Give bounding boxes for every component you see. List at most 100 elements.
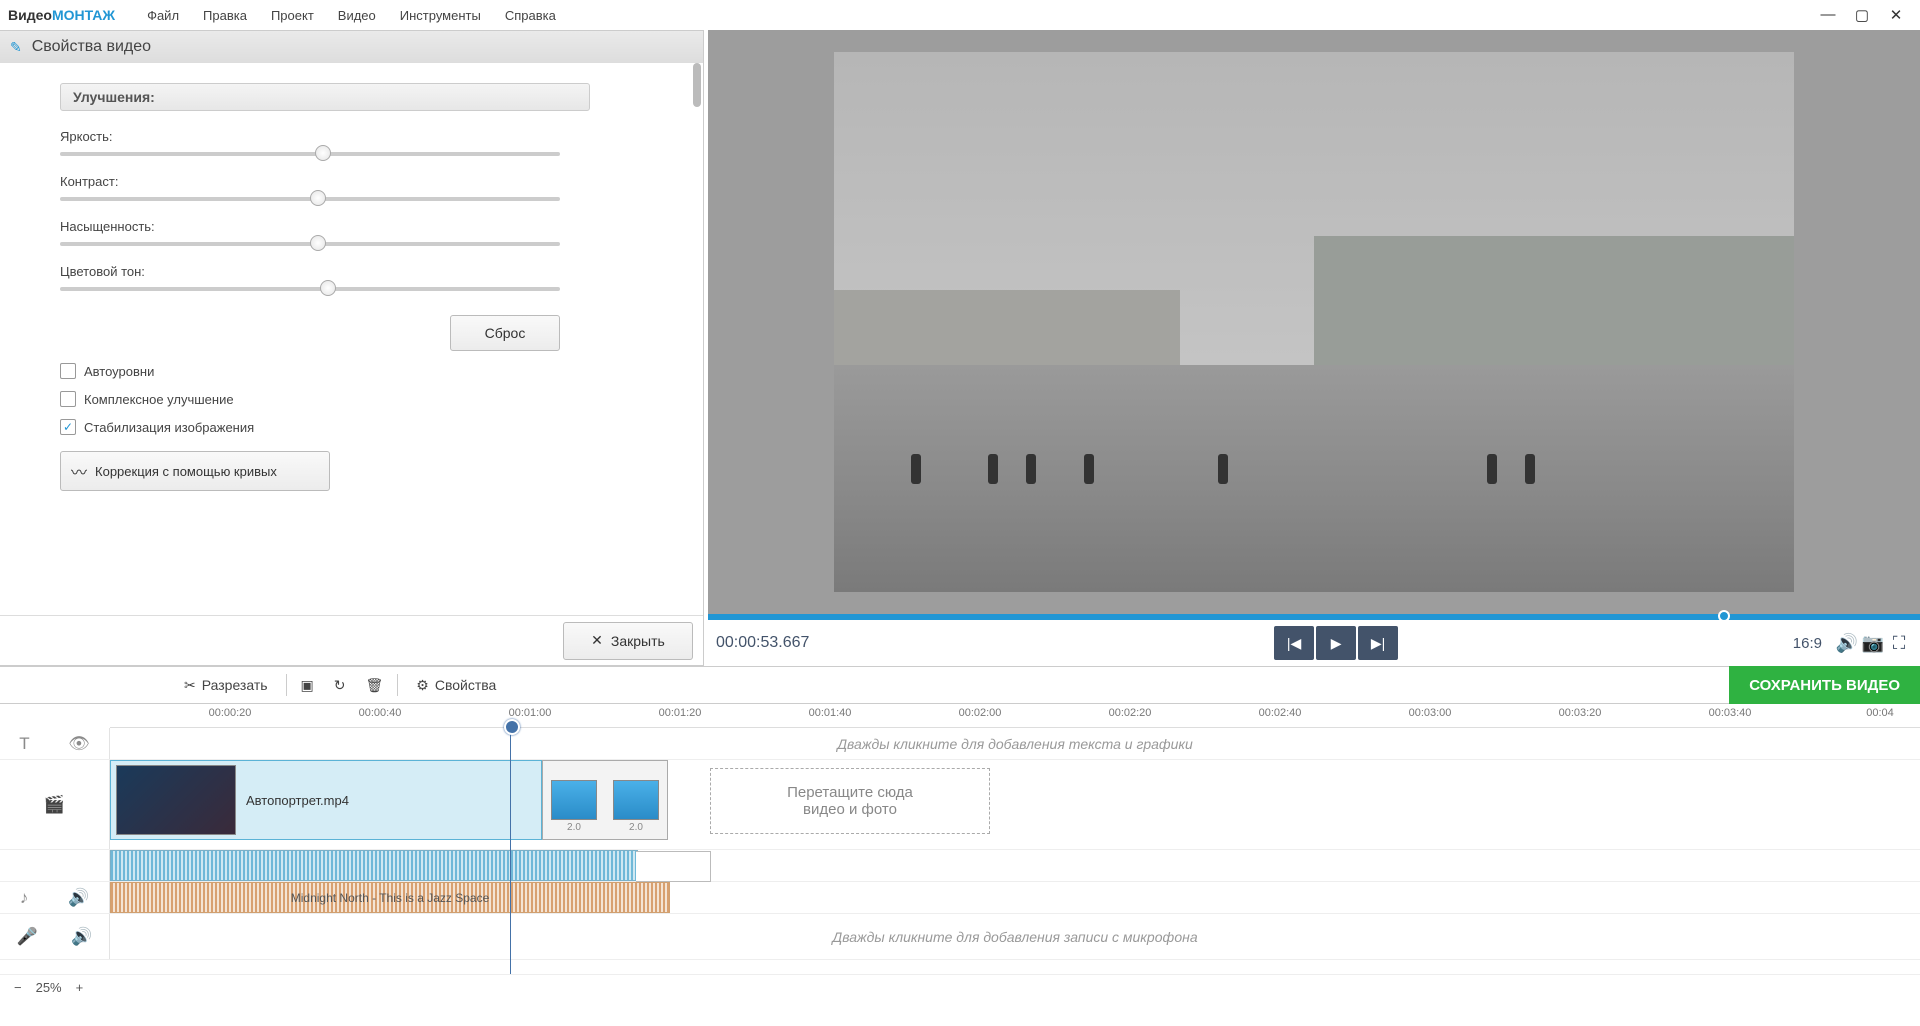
music-track: ♪ 🔊 Midnight North - This is a Jazz Spac… [0,882,1920,914]
clip-mini-2 [613,780,659,820]
mic-icon[interactable]: 🎤 [17,927,38,947]
ruler-tick: 00:03:00 [1409,707,1452,719]
logo-part1: Видео [8,7,52,23]
menu-tools[interactable]: Инструменты [388,4,493,27]
menu-video[interactable]: Видео [326,4,388,27]
hue-label: Цветовой тон: [60,264,643,279]
audio-track [0,850,1920,882]
crop-button[interactable]: ▣ [291,677,324,694]
save-video-button[interactable]: СОХРАНИТЬ ВИДЕО [1729,666,1920,704]
logo-part2: МОНТАЖ [52,7,115,23]
ruler-tick: 00:01:20 [659,707,702,719]
divider [397,674,398,696]
menu-edit[interactable]: Правка [191,4,259,27]
window-controls: — ▢ ✕ [1812,6,1912,24]
snapshot-icon[interactable]: 📷 [1860,630,1886,656]
aspect-ratio: 16:9 [1793,635,1822,652]
audio-waveform[interactable] [110,850,638,881]
trash-icon: 🗑 [366,677,384,694]
close-icon: ✕ [591,632,603,649]
speaker-icon[interactable]: 🔊 [71,927,92,947]
text-icon[interactable]: T [19,734,29,754]
curves-icon: 〰 [71,459,87,483]
ruler-tick: 00:02:20 [1109,707,1152,719]
hue-slider[interactable] [60,287,560,291]
brightness-slider[interactable] [60,152,560,156]
contrast-slider[interactable] [60,197,560,201]
minimize-icon[interactable]: — [1812,6,1844,24]
eye-icon[interactable]: 👁 [68,734,90,754]
ruler-tick: 00:04 [1866,707,1894,719]
menu-project[interactable]: Проект [259,4,326,27]
menu-file[interactable]: Файл [135,4,191,27]
curves-button[interactable]: 〰 Коррекция с помощью кривых [60,451,330,491]
close-window-icon[interactable]: ✕ [1880,6,1912,24]
playhead[interactable] [510,728,511,974]
time-ruler[interactable]: 00:00:20 00:00:40 00:01:00 00:01:20 00:0… [110,704,1920,728]
close-panel-button[interactable]: ✕ Закрыть [563,622,693,660]
autolevels-checkbox[interactable] [60,363,76,379]
timeline: 00:00:20 00:00:40 00:01:00 00:01:20 00:0… [0,704,1920,1000]
audio-track-body[interactable] [110,850,1920,881]
video-icon[interactable]: 🎬 [44,795,65,815]
clip-mini-1 [551,780,597,820]
scissors-icon: ✂ [184,677,196,694]
clip-thumbnail [116,765,236,835]
fullscreen-icon[interactable]: ⛶ [1886,630,1912,656]
ruler-tick: 00:02:40 [1259,707,1302,719]
crop-icon: ▣ [301,677,314,694]
menu-help[interactable]: Справка [493,4,568,27]
ruler-tick: 00:00:40 [359,707,402,719]
curves-label: Коррекция с помощью кривых [95,464,277,479]
properties-button[interactable]: ⚙ Свойства [402,677,510,694]
video-clip-2[interactable] [542,760,668,840]
music-clip[interactable]: Midnight North - This is a Jazz Space [110,882,670,913]
maximize-icon[interactable]: ▢ [1846,6,1878,24]
text-track-body[interactable]: Дважды кликните для добавления текста и … [110,728,1920,759]
video-frame[interactable] [834,52,1794,592]
video-clip-1[interactable]: Автопортрет.mp4 [110,760,542,840]
zoom-in-button[interactable]: + [76,980,84,995]
cut-button[interactable]: ✂ Разрезать [170,677,282,694]
stabilization-checkbox[interactable]: ✓ [60,419,76,435]
timeline-toolbar: ✂ Разрезать ▣ ↻ 🗑 ⚙ Свойства СОХРАНИТЬ В… [0,666,1920,704]
playbar: 00:00:53.667 |◀ ▶ ▶| 16:9 🔊 📷 ⛶ [708,620,1920,666]
properties-label: Свойства [435,677,496,693]
zoom-level: 25% [36,980,62,995]
ruler-tick: 00:03:40 [1709,707,1752,719]
music-icon[interactable]: ♪ [20,888,29,908]
play-button[interactable]: ▶ [1316,626,1356,660]
ruler-tick: 00:01:40 [809,707,852,719]
divider [286,674,287,696]
reset-button[interactable]: Сброс [450,315,560,351]
complex-enhance-checkbox[interactable] [60,391,76,407]
speaker-icon[interactable]: 🔊 [68,888,89,908]
timecode: 00:00:53.667 [716,634,809,652]
drop-zone[interactable]: Перетащите сюда видео и фото [710,768,990,834]
volume-icon[interactable]: 🔊 [1834,630,1860,656]
clip-name: Автопортрет.mp4 [246,793,349,808]
prev-button[interactable]: |◀ [1274,626,1314,660]
music-track-body[interactable]: Midnight North - This is a Jazz Space [110,882,1920,913]
scrollbar-thumb[interactable] [693,63,701,107]
pencil-icon: ✎ [10,39,22,56]
zoom-out-button[interactable]: − [14,980,22,995]
seek-bar[interactable] [708,614,1920,620]
autolevels-label: Автоуровни [84,364,154,379]
ruler-tick: 00:00:20 [209,707,252,719]
contrast-label: Контраст: [60,174,643,189]
rotate-button[interactable]: ↻ [324,677,356,694]
ruler-tick: 00:02:00 [959,707,1002,719]
mic-placeholder: Дважды кликните для добавления записи с … [832,929,1197,945]
rotate-icon: ↻ [334,677,346,694]
close-label: Закрыть [611,633,665,649]
saturation-slider[interactable] [60,242,560,246]
video-track-body[interactable]: Автопортрет.mp4 Перетащите сюда видео и … [110,760,1920,849]
next-button[interactable]: ▶| [1358,626,1398,660]
dropzone-line2: видео и фото [803,801,897,818]
seek-handle[interactable] [1718,610,1730,622]
complex-enhance-label: Комплексное улучшение [84,392,234,407]
cut-label: Разрезать [202,677,268,693]
delete-button[interactable]: 🗑 [356,677,394,694]
mic-track-body[interactable]: Дважды кликните для добавления записи с … [110,914,1920,959]
